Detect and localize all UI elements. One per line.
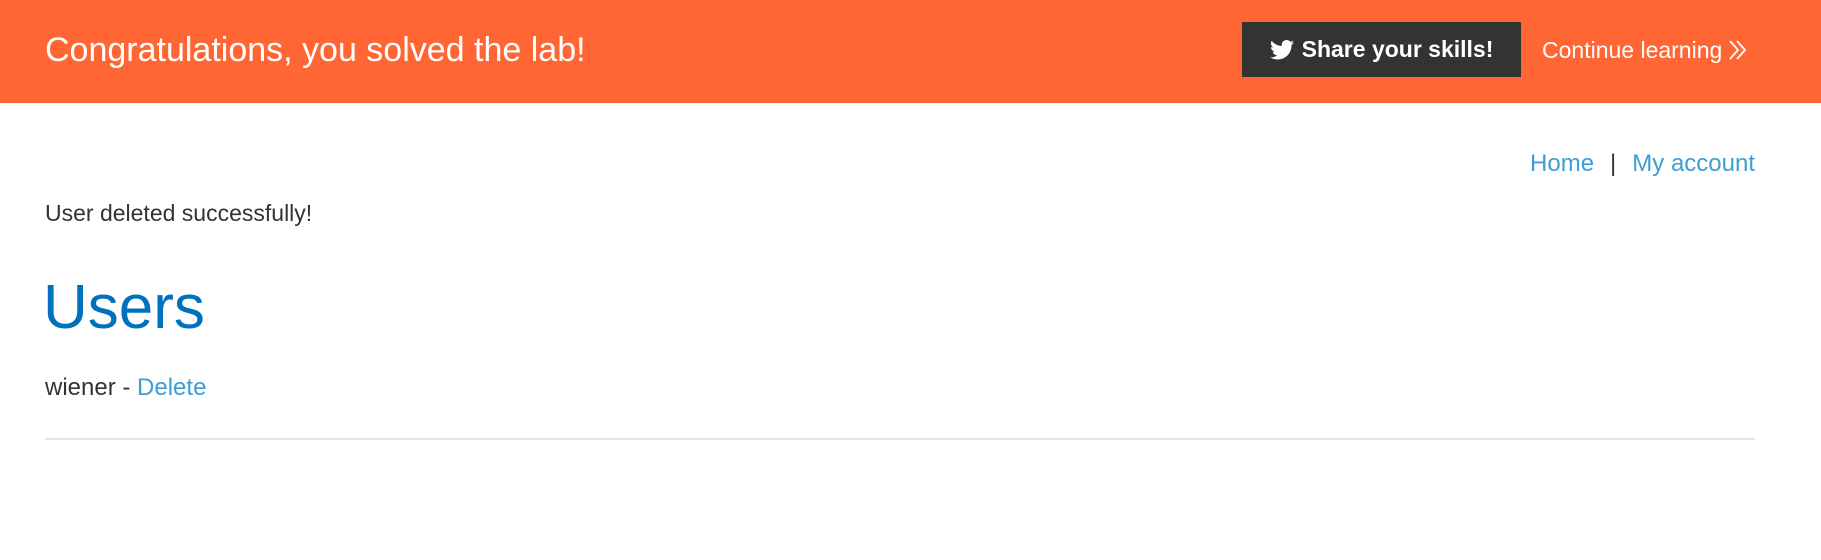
- double-chevron-right-icon: [1729, 40, 1747, 60]
- twitter-icon: [1269, 39, 1294, 59]
- top-navigation: Home | My account: [1530, 148, 1755, 180]
- home-link[interactable]: Home: [1530, 148, 1594, 180]
- continue-learning-label: Continue learning: [1542, 36, 1723, 63]
- banner-title: Congratulations, you solved the lab!: [45, 31, 586, 69]
- continue-learning-link[interactable]: Continue learning: [1542, 34, 1748, 66]
- lab-solved-banner: Congratulations, you solved the lab! Sha…: [0, 0, 1821, 103]
- divider: [45, 438, 1755, 440]
- user-separator: -: [122, 374, 131, 401]
- delete-user-link[interactable]: Delete: [137, 374, 206, 401]
- my-account-link[interactable]: My account: [1632, 148, 1755, 180]
- page-title: Users: [43, 273, 205, 342]
- nav-separator: |: [1610, 150, 1617, 177]
- status-message: User deleted successfully!: [45, 200, 313, 226]
- share-skills-label: Share your skills!: [1301, 36, 1494, 62]
- user-list-item: wiener - Delete: [45, 372, 206, 404]
- share-skills-button[interactable]: Share your skills!: [1242, 22, 1521, 77]
- username: wiener: [45, 374, 116, 401]
